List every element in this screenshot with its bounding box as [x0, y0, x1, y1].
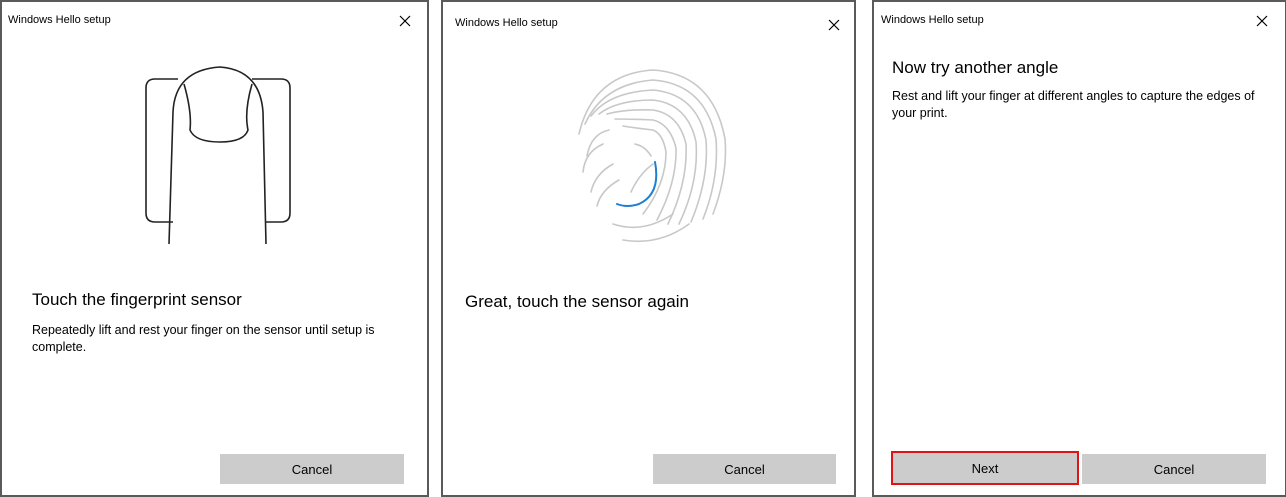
close-icon[interactable] — [1255, 14, 1269, 28]
close-icon[interactable] — [827, 18, 841, 32]
windows-hello-dialog-another-angle: Windows Hello setup Now try another angl… — [872, 0, 1286, 497]
dialog-heading: Touch the fingerprint sensor — [32, 290, 242, 309]
window-title: Windows Hello setup — [8, 14, 111, 26]
finger-on-sensor-icon — [145, 66, 291, 245]
cancel-button[interactable]: Cancel — [220, 454, 404, 484]
dialog-heading: Now try another angle — [892, 58, 1059, 77]
title-bar: Windows Hello setup — [874, 2, 1285, 42]
dialog-heading: Great, touch the sensor again — [465, 292, 689, 311]
fingerprint-icon — [578, 69, 727, 243]
dialog-description: Rest and lift your finger at different a… — [892, 89, 1255, 120]
cancel-button[interactable]: Cancel — [1082, 454, 1266, 484]
dialog-description: Repeatedly lift and rest your finger on … — [32, 323, 375, 354]
cancel-button[interactable]: Cancel — [653, 454, 836, 484]
title-bar: Windows Hello setup — [2, 2, 427, 42]
close-icon[interactable] — [398, 14, 412, 28]
window-title: Windows Hello setup — [881, 14, 984, 26]
windows-hello-dialog-touch-sensor: Windows Hello setup Touch the fingerprin… — [0, 0, 429, 497]
title-bar: Windows Hello setup — [443, 2, 854, 42]
windows-hello-dialog-touch-again: Windows Hello setup Great, touch the sen… — [441, 0, 856, 497]
next-button[interactable]: Next — [891, 451, 1079, 485]
window-title: Windows Hello setup — [455, 17, 558, 29]
